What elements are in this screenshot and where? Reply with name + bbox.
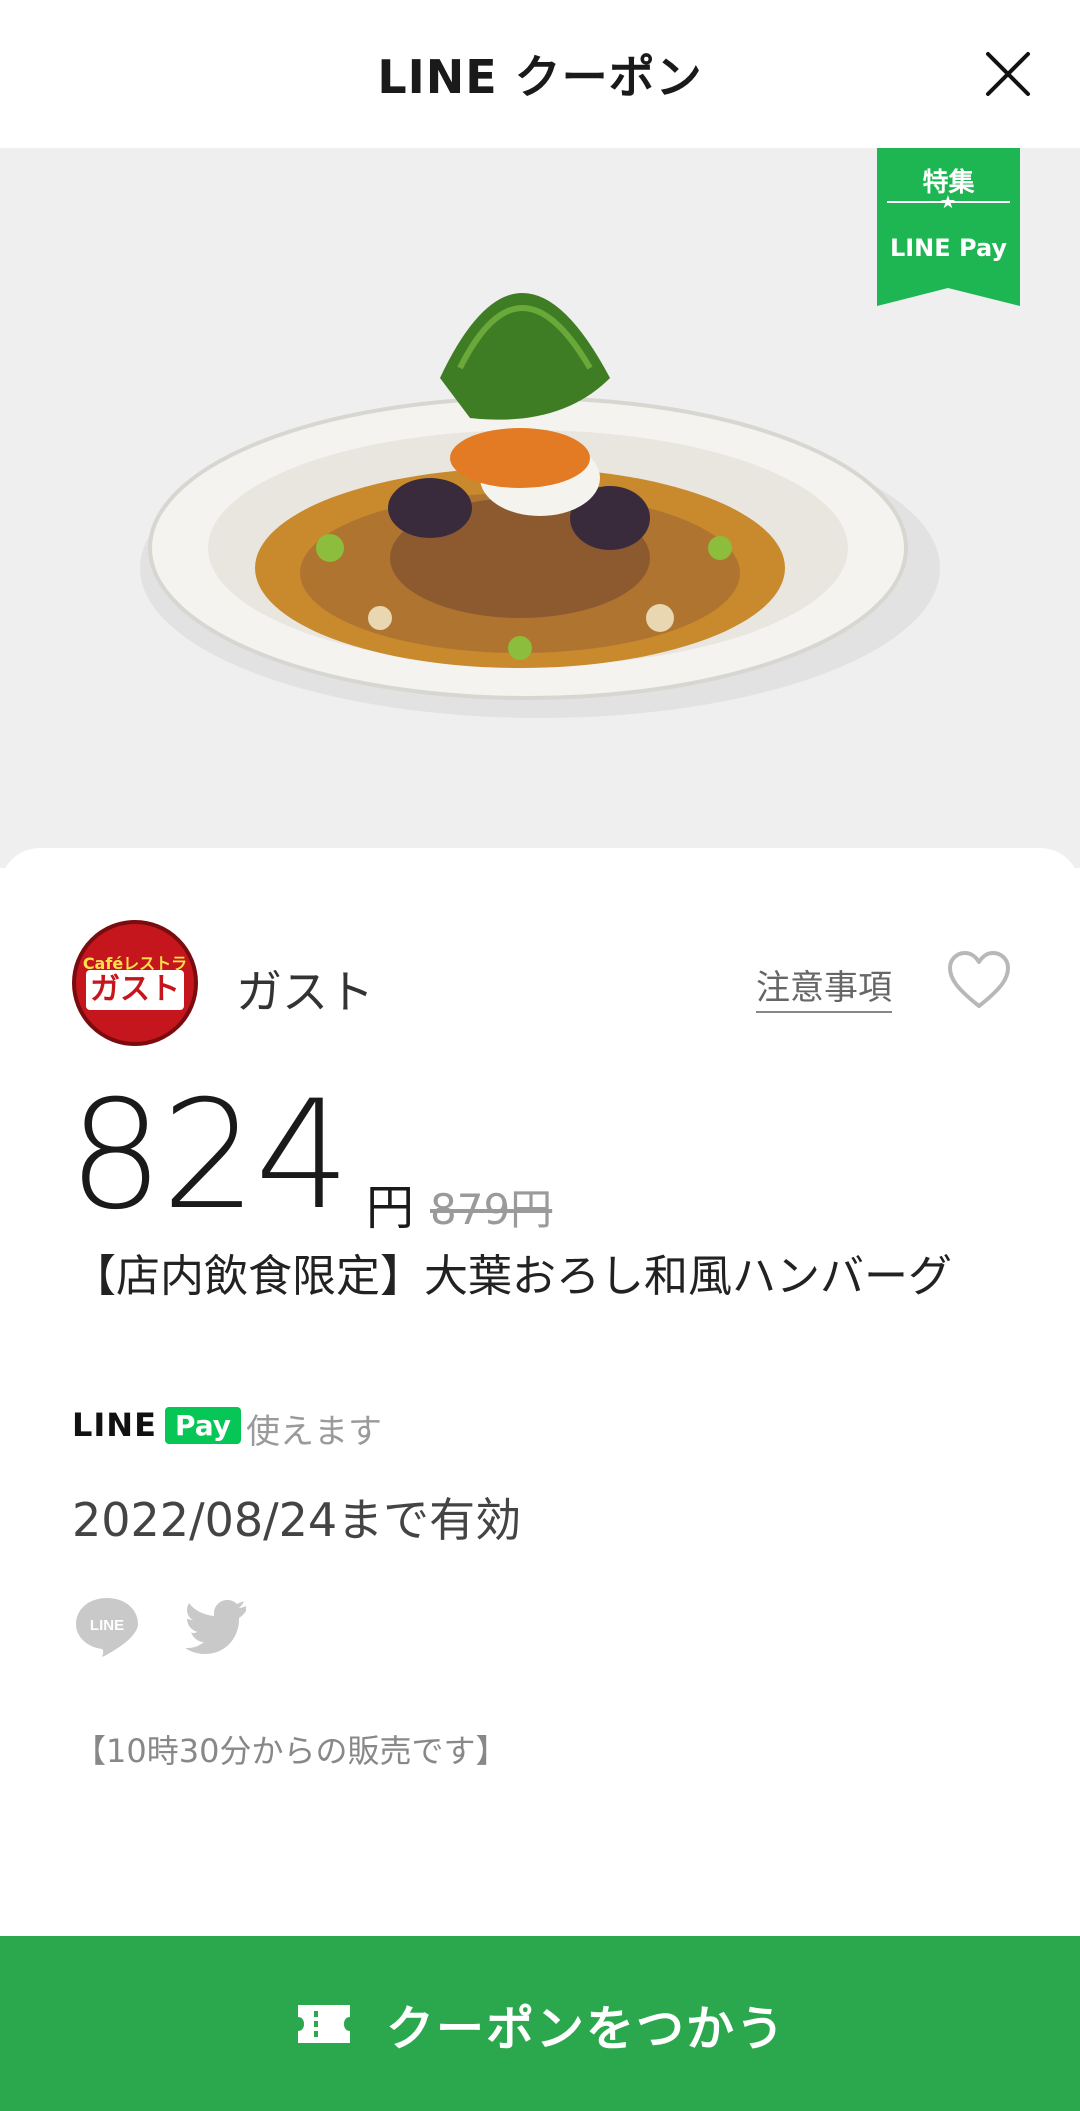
- original-price: 879円: [430, 1185, 553, 1234]
- sale-note: 【10時30分からの販売です】: [74, 1732, 508, 1770]
- line-share-button[interactable]: LINE: [72, 1590, 142, 1660]
- line-pay-logo-line: LINE: [72, 1406, 157, 1444]
- ribbon-label-bottom: LINE Pay: [889, 234, 1008, 262]
- brand-logo-text: ガスト: [86, 970, 184, 1010]
- use-coupon-button[interactable]: クーポンをつかう: [0, 1936, 1080, 2111]
- twitter-share-icon: [185, 1600, 246, 1654]
- use-coupon-label: クーポンをつかう: [385, 2000, 786, 2057]
- close-button[interactable]: [976, 42, 1040, 106]
- coupon-card: Caféレストラン ガスト ガスト 注意事項 824 円 879円 【店内飲食限…: [0, 848, 1080, 1948]
- line-pay-availability: 使えます: [246, 1412, 382, 1452]
- line-share-icon: LINE: [76, 1598, 138, 1657]
- brand-name: ガスト: [236, 965, 374, 1019]
- twitter-share-button[interactable]: [185, 1592, 252, 1658]
- close-icon: [986, 52, 1030, 96]
- price-unit: 円: [366, 1180, 415, 1236]
- svg-text:LINE: LINE: [90, 1617, 124, 1634]
- line-pay-logo-pay: Pay: [164, 1406, 241, 1444]
- coupon-title: 【店内飲食限定】大葉おろし和風ハンバーグ: [72, 1251, 952, 1302]
- feature-ribbon: ★ 特集 LINE Pay: [877, 148, 1020, 306]
- coupon-price: 824: [68, 1069, 350, 1243]
- heart-icon: [948, 951, 1010, 1008]
- brand-logo: Caféレストラン ガスト: [72, 920, 198, 1046]
- brand-row: Caféレストラン ガスト ガスト 注意事項: [72, 920, 1012, 1046]
- ribbon-label-top: 特集: [922, 168, 975, 198]
- app-header: LINE クーポン: [0, 0, 1080, 148]
- ticket-icon: [297, 2004, 350, 2043]
- notes-link[interactable]: 注意事項: [756, 960, 892, 1013]
- valid-until: 2022/08/24まで有効: [72, 1493, 522, 1547]
- app-title: LINE クーポン: [377, 50, 703, 104]
- favorite-button[interactable]: [946, 950, 1012, 1010]
- line-pay-logo: LINE Pay: [72, 1404, 241, 1446]
